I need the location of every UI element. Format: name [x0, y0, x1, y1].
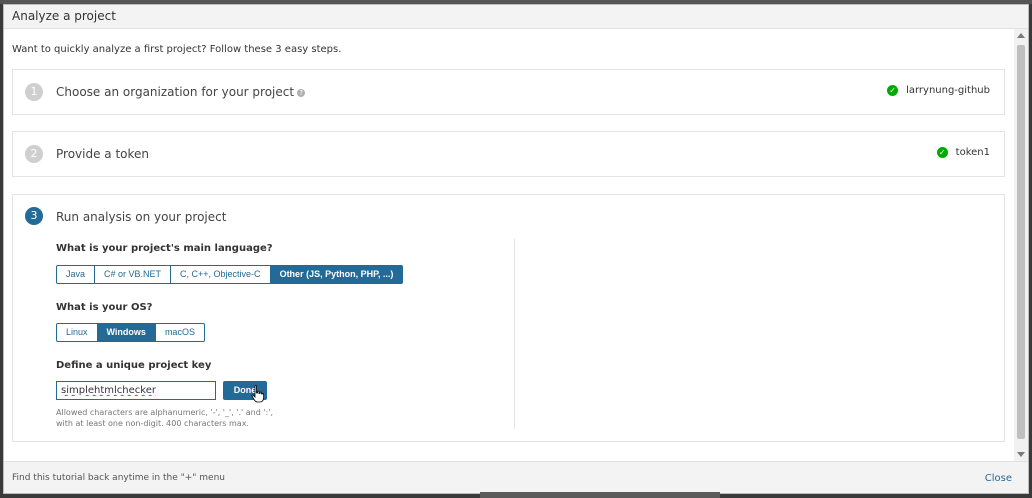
- close-link[interactable]: Close: [985, 473, 1012, 484]
- language-selector: Java C# or VB.NET C, C++, Objective-C Ot…: [56, 265, 404, 284]
- modal-header: Analyze a project: [4, 5, 1028, 29]
- step-1-title: Choose an organization for your project?: [56, 85, 306, 99]
- token-name: token1: [955, 147, 990, 158]
- modal-footer: Find this tutorial back anytime in the "…: [4, 461, 1028, 493]
- modal-scrollbar[interactable]: [1014, 29, 1028, 461]
- column-divider: [514, 239, 515, 429]
- project-key-input[interactable]: [56, 381, 216, 400]
- organization-name: larrynung-github: [906, 85, 990, 96]
- modal-body: Want to quickly analyze a first project?…: [4, 29, 1014, 461]
- project-key-hint-line-2: with at least one non-digit. 400 charact…: [56, 419, 249, 428]
- modal-title: Analyze a project: [12, 9, 116, 23]
- step-2-title: Provide a token: [56, 147, 150, 161]
- check-circle-icon: ✓: [887, 85, 899, 96]
- check-circle-icon: ✓: [936, 147, 948, 158]
- step-2-card[interactable]: 2 Provide a token ✓ token1: [12, 131, 1005, 177]
- footer-text: Find this tutorial back anytime in the "…: [12, 473, 226, 483]
- hand-cursor-icon: [251, 385, 264, 403]
- step-1-result: ✓ larrynung-github: [887, 85, 990, 96]
- os-option-linux[interactable]: Linux: [56, 323, 98, 342]
- project-key-label: Define a unique project key: [56, 360, 212, 371]
- intro-text: Want to quickly analyze a first project?…: [12, 44, 342, 55]
- language-option-other[interactable]: Other (JS, Python, PHP, ...): [270, 265, 404, 284]
- language-question: What is your project's main language?: [56, 243, 273, 254]
- step-1-number: 1: [25, 83, 43, 101]
- step-3-card: 3 Run analysis on your project What is y…: [12, 194, 1005, 442]
- step-1-title-text: Choose an organization for your project: [56, 85, 295, 99]
- os-option-macos[interactable]: macOS: [155, 323, 205, 342]
- step-3-number: 3: [25, 207, 43, 225]
- project-key-hint-line-1: Allowed characters are alphanumeric, '-'…: [56, 408, 273, 417]
- step-3-title: Run analysis on your project: [56, 210, 227, 224]
- step-2-result: ✓ token1: [936, 147, 990, 158]
- language-option-csharp[interactable]: C# or VB.NET: [95, 265, 172, 284]
- scroll-down-icon[interactable]: [1017, 452, 1025, 457]
- step-2-number: 2: [25, 145, 43, 163]
- os-question: What is your OS?: [56, 302, 153, 313]
- scroll-thumb[interactable]: [1017, 45, 1025, 439]
- help-icon[interactable]: ?: [297, 89, 306, 97]
- background-page-text: [480, 492, 720, 498]
- os-option-windows[interactable]: Windows: [97, 323, 156, 342]
- analyze-project-modal: Analyze a project Want to quickly analyz…: [3, 4, 1029, 494]
- project-key-hint: Allowed characters are alphanumeric, '-'…: [56, 407, 296, 429]
- language-option-java[interactable]: Java: [56, 265, 96, 284]
- language-option-c-cpp-objc[interactable]: C, C++, Objective-C: [171, 265, 271, 284]
- step-1-card[interactable]: 1 Choose an organization for your projec…: [12, 69, 1005, 115]
- os-selector: Linux Windows macOS: [56, 323, 205, 342]
- scroll-up-icon[interactable]: [1017, 33, 1025, 38]
